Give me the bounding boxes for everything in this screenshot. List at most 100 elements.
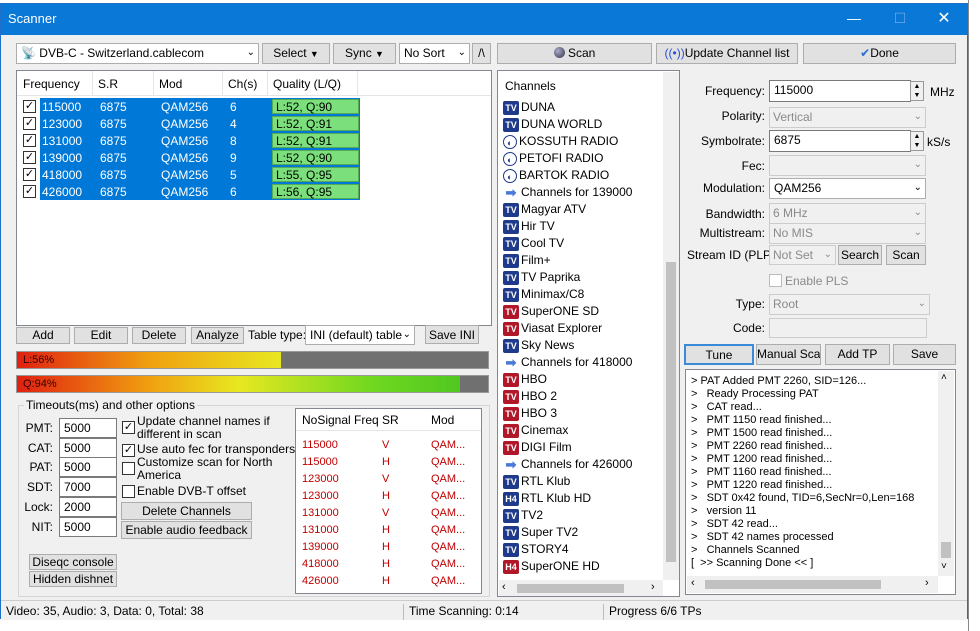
table-row[interactable]: ✓ 139000 6875 QAM256 9 L:52, Q:90 bbox=[19, 149, 360, 166]
channel-item[interactable]: TV HBO 3 bbox=[503, 406, 557, 423]
scrollbar-thumb[interactable] bbox=[666, 262, 676, 562]
source-select[interactable]: 📡 DVB-C - Switzerland.cablecom ⌄ bbox=[16, 43, 259, 64]
auto-fec-checkbox[interactable]: ✓ bbox=[122, 444, 135, 457]
minimize-button[interactable]: — bbox=[831, 4, 877, 35]
hidden-dishnet-button[interactable]: Hidden dishnet bbox=[29, 571, 117, 587]
scroll-left-icon[interactable]: ‹ bbox=[502, 581, 506, 593]
channel-item[interactable]: TV HBO 2 bbox=[503, 389, 557, 406]
row-checkbox[interactable]: ✓ bbox=[23, 151, 36, 164]
row-checkbox[interactable]: ✓ bbox=[23, 185, 36, 198]
row-checkbox[interactable]: ✓ bbox=[23, 100, 36, 113]
maximize-button[interactable]: ☐ bbox=[877, 4, 923, 35]
table-row[interactable]: ✓ 131000 6875 QAM256 8 L:52, Q:91 bbox=[19, 132, 360, 149]
channel-item[interactable]: ◐ BARTOK RADIO bbox=[503, 168, 609, 185]
channel-item[interactable]: TV DUNA WORLD bbox=[503, 117, 602, 134]
channel-item[interactable]: TV RTL Klub bbox=[503, 474, 570, 491]
scroll-up-icon[interactable]: ˄ bbox=[941, 372, 947, 383]
sdt-input[interactable]: 7000 bbox=[59, 477, 117, 497]
update-names-checkbox[interactable]: ✓ bbox=[122, 421, 135, 434]
channel-item[interactable]: TV STORY4 bbox=[503, 542, 569, 559]
north-america-checkbox[interactable] bbox=[122, 462, 135, 475]
channel-item[interactable]: H4 SuperONE HD bbox=[503, 559, 600, 576]
channel-item[interactable]: TV TV2 bbox=[503, 508, 543, 525]
column-header-sr[interactable]: S.R bbox=[98, 77, 118, 91]
edit-button[interactable]: Edit bbox=[74, 327, 128, 344]
channels-vertical-scrollbar[interactable] bbox=[663, 72, 679, 580]
stream-id-select[interactable]: Not Set ⌄ bbox=[769, 245, 836, 265]
scrollbar-thumb[interactable] bbox=[517, 584, 624, 593]
delete-button[interactable]: Delete bbox=[132, 327, 186, 344]
close-button[interactable]: ✕ bbox=[921, 4, 967, 35]
channel-item[interactable]: TV Film+ bbox=[503, 253, 551, 270]
lock-input[interactable]: 2000 bbox=[59, 497, 117, 517]
channel-item[interactable]: TV DIGI Film bbox=[503, 440, 572, 457]
save-button[interactable]: Save bbox=[893, 344, 956, 365]
analyze-button[interactable]: Analyze bbox=[191, 327, 244, 344]
delete-channels-button[interactable]: Delete Channels bbox=[121, 502, 252, 520]
multistream-select[interactable]: No MIS ⌄ bbox=[769, 223, 926, 244]
channel-item[interactable]: ➡ Channels for 426000 bbox=[503, 457, 633, 474]
channel-item[interactable]: ➡ Channels for 418000 bbox=[503, 355, 633, 372]
table-row[interactable]: ✓ 418000 6875 QAM256 5 L:55, Q:95 bbox=[19, 166, 360, 183]
table-row[interactable]: ✓ 123000 6875 QAM256 4 L:52, Q:91 bbox=[19, 115, 360, 132]
row-checkbox[interactable]: ✓ bbox=[23, 134, 36, 147]
channel-item[interactable]: ◐ PETOFI RADIO bbox=[503, 151, 603, 168]
diseqc-console-button[interactable]: Diseqc console bbox=[29, 554, 117, 570]
add-button[interactable]: Add bbox=[16, 327, 70, 344]
nosignal-header-freq[interactable]: NoSignal Freq bbox=[302, 413, 379, 427]
scrollbar-thumb[interactable] bbox=[941, 542, 951, 558]
column-header-frequency[interactable]: Frequency bbox=[23, 77, 80, 91]
stream-scan-button[interactable]: Scan bbox=[886, 245, 926, 265]
table-row[interactable]: ✓ 426000 6875 QAM256 6 L:56, Q:95 bbox=[19, 183, 360, 200]
channel-item[interactable]: TV Cool TV bbox=[503, 236, 564, 253]
tune-button[interactable]: Tune bbox=[684, 344, 754, 365]
symbolrate-spinner[interactable]: ▲ ▼ bbox=[910, 131, 924, 151]
select-button[interactable]: Select ▼ bbox=[262, 43, 330, 64]
channel-item[interactable]: TV Minimax/C8 bbox=[503, 287, 584, 304]
channel-item[interactable]: ◐ KOSSUTH RADIO bbox=[503, 134, 618, 151]
channel-item[interactable]: ➡ Channels for 139000 bbox=[503, 185, 633, 202]
polarity-select[interactable]: Vertical ⌄ bbox=[769, 107, 926, 128]
channel-item[interactable]: H4 RTL Klub HD bbox=[503, 491, 591, 508]
frequency-spinner[interactable]: ▲ ▼ bbox=[910, 81, 924, 101]
scrollbar-thumb[interactable] bbox=[705, 580, 881, 589]
scan-button[interactable]: Scan bbox=[497, 43, 652, 64]
sort-select[interactable]: No Sort ⌄ bbox=[399, 43, 470, 64]
enable-pls-checkbox[interactable] bbox=[769, 274, 782, 287]
manual-scan-button[interactable]: Manual Scan bbox=[756, 344, 821, 365]
log-vertical-scrollbar[interactable]: ˄ ˅ bbox=[938, 371, 954, 576]
cat-input[interactable]: 5000 bbox=[59, 438, 117, 458]
add-tp-button[interactable]: Add TP bbox=[825, 344, 890, 365]
audio-feedback-button[interactable]: Enable audio feedback bbox=[121, 521, 252, 539]
update-channel-list-button[interactable]: ((•))Update Channel list bbox=[656, 43, 798, 64]
nosignal-header-sr[interactable]: SR bbox=[382, 413, 399, 427]
channel-item[interactable]: TV HBO bbox=[503, 372, 547, 389]
dvbt-offset-checkbox[interactable] bbox=[122, 485, 135, 498]
channel-item[interactable]: TV TV Paprika bbox=[503, 270, 580, 287]
channel-item[interactable]: TV DUNA bbox=[503, 100, 555, 117]
modulation-select[interactable]: QAM256 ⌄ bbox=[769, 178, 926, 199]
code-input[interactable] bbox=[769, 318, 927, 338]
sort-order-button[interactable]: /\ bbox=[472, 43, 491, 64]
pat-input[interactable]: 5000 bbox=[59, 457, 117, 477]
bandwidth-select[interactable]: 6 MHz ⌄ bbox=[769, 203, 926, 224]
row-checkbox[interactable]: ✓ bbox=[23, 168, 36, 181]
log-horizontal-scrollbar[interactable]: ‹ › bbox=[687, 576, 938, 593]
channel-item[interactable]: TV Sky News bbox=[503, 338, 574, 355]
type-select[interactable]: Root ⌄ bbox=[769, 294, 930, 315]
scroll-right-icon[interactable]: › bbox=[651, 581, 655, 593]
done-button[interactable]: ✔Done bbox=[803, 43, 956, 64]
row-checkbox[interactable]: ✓ bbox=[23, 117, 36, 130]
column-header-quality[interactable]: Quality (L/Q) bbox=[273, 77, 341, 91]
channel-item[interactable]: TV SuperONE SD bbox=[503, 304, 599, 321]
channel-item[interactable]: TV Viasat Explorer bbox=[503, 321, 602, 338]
fec-select[interactable]: ⌄ bbox=[769, 155, 926, 176]
stream-search-button[interactable]: Search bbox=[838, 245, 882, 265]
table-row[interactable]: ✓ 115000 6875 QAM256 6 L:52, Q:90 bbox=[19, 98, 360, 115]
nosignal-header-mod[interactable]: Mod bbox=[431, 413, 454, 427]
table-type-select[interactable]: INI (default) table ⌄ bbox=[305, 325, 415, 345]
channels-horizontal-scrollbar[interactable]: ‹ › bbox=[499, 580, 663, 596]
channel-item[interactable]: TV Hir TV bbox=[503, 219, 555, 236]
save-ini-button[interactable]: Save INI bbox=[425, 325, 479, 344]
channel-item[interactable]: TV Cinemax bbox=[503, 423, 568, 440]
